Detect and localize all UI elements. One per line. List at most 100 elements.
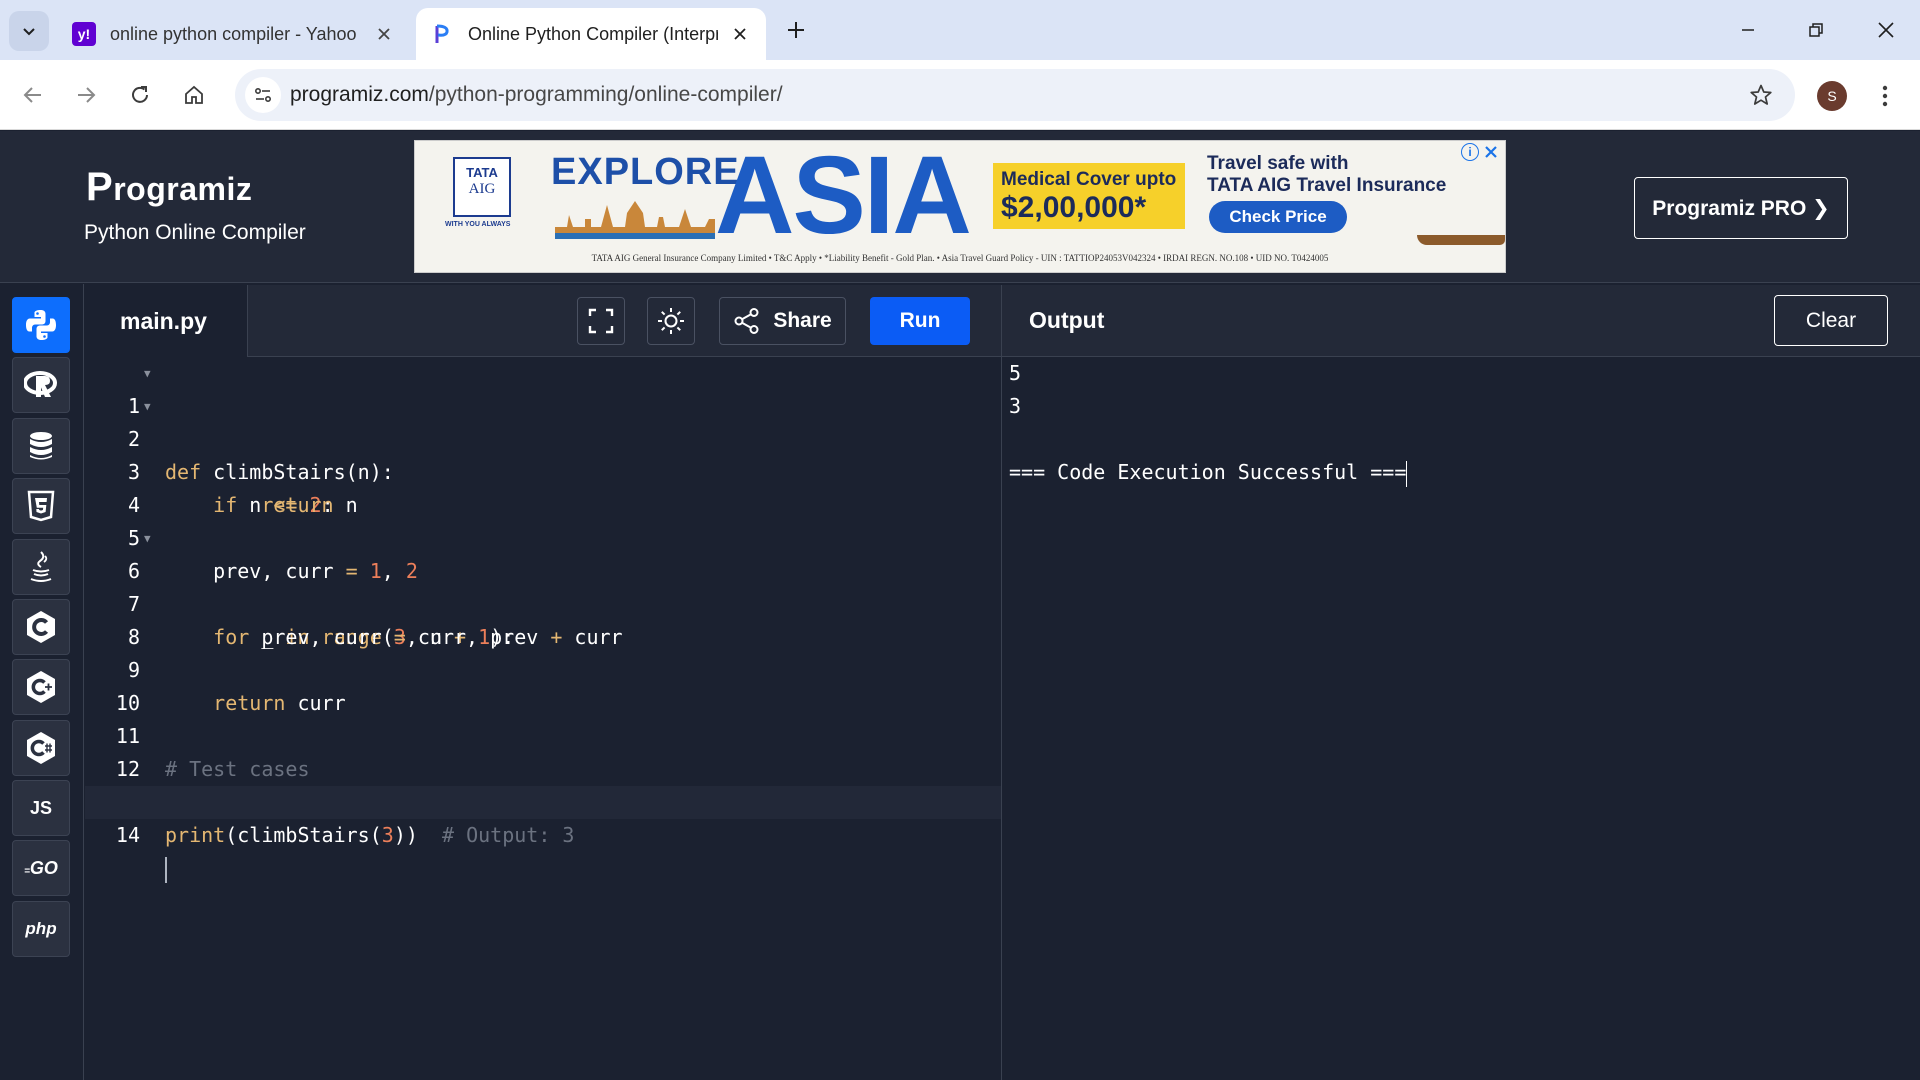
python-icon xyxy=(26,310,56,340)
execution-status: === Code Execution Successful === xyxy=(1009,460,1407,484)
travel-line1: Travel safe with xyxy=(1207,153,1349,174)
c-icon xyxy=(27,611,55,643)
cover-line1: Medical Cover upto xyxy=(1001,169,1177,190)
close-tab-icon[interactable] xyxy=(728,22,752,46)
lang-php[interactable]: php xyxy=(12,901,70,957)
code-line: 7 prev, curr = curr, prev + curr xyxy=(85,555,1001,649)
ad-headline: ASIA xyxy=(715,140,972,257)
code-line: 12 print(climbStairs(4)) # Output: 5 xyxy=(85,720,1001,814)
plus-icon xyxy=(788,22,804,38)
lang-javascript[interactable]: JS xyxy=(12,780,70,836)
share-icon xyxy=(734,308,759,334)
new-tab-button[interactable] xyxy=(778,12,814,48)
close-tab-icon[interactable] xyxy=(372,22,396,46)
ad-close-icon[interactable] xyxy=(1481,142,1501,162)
lang-python[interactable] xyxy=(12,297,70,353)
code-text xyxy=(165,852,167,885)
ad-banner[interactable]: TATA AIG WITH YOU ALWAYS EXPLORE ASIA Med… xyxy=(414,140,1506,273)
boat-illustration xyxy=(1417,235,1505,245)
line-number: 14 xyxy=(115,823,140,847)
run-button[interactable]: Run xyxy=(870,297,970,345)
code-line: 6 ▼ for _ in range(3, n + 1): xyxy=(85,522,1001,649)
lang-java[interactable] xyxy=(12,539,70,595)
brand-tagline: WITH YOU ALWAYS xyxy=(445,221,511,228)
code-line: 8 xyxy=(85,588,1001,649)
code-line: 4 xyxy=(85,456,1001,517)
lang-sql[interactable] xyxy=(12,418,70,474)
ad-cover-box: Medical Cover upto $2,00,000* xyxy=(993,163,1185,229)
tata-aig-logo: TATA AIG xyxy=(453,157,511,217)
programiz-logo[interactable]: Programiz xyxy=(86,165,252,210)
forward-button[interactable] xyxy=(66,75,106,115)
close-window-button[interactable] xyxy=(1862,10,1910,50)
tab-title: online python compiler - Yahoo xyxy=(110,23,357,44)
chevron-down-icon xyxy=(23,28,35,36)
minimize-button[interactable] xyxy=(1724,10,1772,50)
address-bar[interactable]: programiz.com/python-programming/online-… xyxy=(235,69,1795,121)
url-domain: programiz.com xyxy=(290,83,429,106)
lang-csharp[interactable] xyxy=(12,720,70,776)
tab-search-button[interactable] xyxy=(9,11,49,51)
lang-r[interactable] xyxy=(12,357,70,413)
php-icon: php xyxy=(25,919,57,938)
lang-c[interactable] xyxy=(12,599,70,655)
star-icon xyxy=(1750,84,1772,105)
minimize-icon xyxy=(1742,29,1754,31)
back-button[interactable] xyxy=(13,75,53,115)
home-button[interactable] xyxy=(174,75,214,115)
code-text: print(climbStairs(3)) # Output: 3 xyxy=(165,823,575,847)
fold-arrow-icon[interactable]: ▼ xyxy=(144,522,151,555)
browser-tabstrip: y! online python compiler - Yahoo Online… xyxy=(0,0,1920,60)
ad-info-icon[interactable]: i xyxy=(1461,143,1479,161)
code-line: 1 ▼ def climbStairs(n): xyxy=(85,357,1001,484)
tab-yahoo[interactable]: y! online python compiler - Yahoo xyxy=(60,8,410,60)
reload-button[interactable] xyxy=(120,75,160,115)
code-line-current: 14 xyxy=(85,786,1001,883)
fold-arrow-icon[interactable]: ▼ xyxy=(144,390,151,423)
check-price-button[interactable]: Check Price xyxy=(1209,201,1347,233)
programiz-pro-button[interactable]: Programiz PRO ❯ xyxy=(1634,177,1848,239)
code-editor[interactable]: 1 ▼ def climbStairs(n): 2 ▼ if n <= 2: 3… xyxy=(85,357,1001,1080)
restore-button[interactable] xyxy=(1792,10,1840,50)
tab-programiz[interactable]: Online Python Compiler (Interpreter) xyxy=(416,8,766,60)
output-title: Output xyxy=(1029,307,1105,333)
profile-avatar[interactable]: S xyxy=(1817,81,1847,111)
close-icon xyxy=(1878,22,1894,38)
share-button[interactable]: Share xyxy=(719,297,846,345)
output-line: 5 xyxy=(1009,361,1022,385)
output-line: 3 xyxy=(1009,394,1022,418)
lang-go[interactable]: =GO xyxy=(12,840,70,896)
go-label: GO xyxy=(29,857,58,878)
travel-line2: TATA AIG Travel Insurance xyxy=(1207,175,1447,196)
cover-amount: $2,00,000* xyxy=(1001,191,1147,224)
code-line: 13 print(climbStairs(3)) # Output: 3 xyxy=(85,753,1001,847)
ad-explore-text: EXPLORE xyxy=(551,151,740,193)
browser-menu-button[interactable] xyxy=(1870,76,1900,116)
code-line: 9 return curr xyxy=(85,621,1001,715)
code-line: 3 return n xyxy=(85,423,1001,517)
lang-cpp[interactable] xyxy=(12,659,70,715)
logo-text: rogramiz xyxy=(113,171,253,207)
share-label: Share xyxy=(773,309,832,332)
url-path: /python-programming/online-compiler/ xyxy=(428,83,783,106)
lang-html[interactable] xyxy=(12,478,70,534)
html5-icon xyxy=(27,490,55,522)
brand-line1: TATA xyxy=(466,165,498,180)
text-cursor xyxy=(165,856,167,883)
theme-toggle-button[interactable] xyxy=(647,297,695,345)
ad-travel-text: Travel safe with TATA AIG Travel Insuran… xyxy=(1207,153,1446,197)
sql-icon xyxy=(30,432,52,460)
logo-mark: P xyxy=(86,165,114,209)
url-text: programiz.com/python-programming/online-… xyxy=(290,83,783,107)
js-icon: JS xyxy=(29,797,53,818)
output-line: === Code Execution Successful === xyxy=(1009,456,1408,489)
fold-arrow-icon[interactable]: ▼ xyxy=(144,357,151,390)
bookmark-star-button[interactable] xyxy=(1747,81,1775,109)
clear-button[interactable]: Clear xyxy=(1774,295,1888,346)
output-console[interactable]: 5 3 === Code Execution Successful === xyxy=(1002,357,1920,1080)
fullscreen-button[interactable] xyxy=(577,297,625,345)
file-tab-main[interactable]: main.py xyxy=(85,285,248,357)
site-info-icon[interactable] xyxy=(245,77,281,113)
editor-toolbar: main.py Share Run xyxy=(85,285,1001,357)
text-cursor xyxy=(1406,460,1408,487)
